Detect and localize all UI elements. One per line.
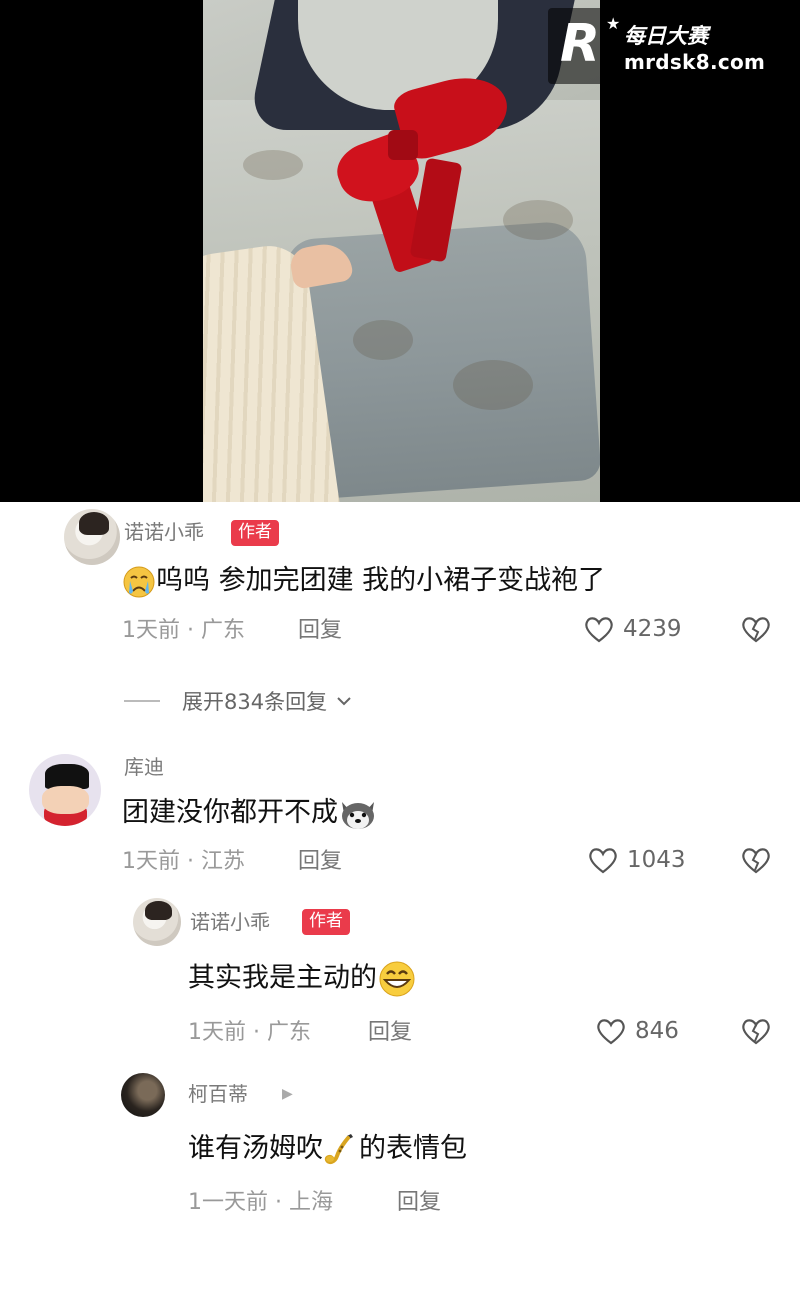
- saxophone-icon: [324, 1133, 353, 1164]
- chevron-down-icon: [337, 697, 351, 706]
- avatar[interactable]: [64, 509, 120, 565]
- husky-dog-face-icon: [342, 801, 374, 829]
- divider-line: [124, 700, 160, 702]
- photo-bow-knot: [388, 130, 418, 160]
- post-image-area: R ★ 每日大赛 mrdsk8.com: [0, 0, 800, 502]
- like-count: 4239: [623, 616, 682, 642]
- comment-meta: 1一天前 · 上海: [188, 1190, 333, 1215]
- photo-stain: [453, 360, 533, 410]
- expand-replies-button[interactable]: 展开834条回复: [124, 686, 353, 716]
- author-badge: 作者: [302, 909, 350, 935]
- comment-meta: 1天前 · 广东: [188, 1020, 311, 1045]
- heart-icon: [589, 848, 617, 874]
- expand-replies-label: 展开834条回复: [182, 690, 328, 714]
- watermark: R ★ 每日大赛 mrdsk8.com: [548, 8, 792, 84]
- comment-text: 谁有汤姆吹 的表情包: [188, 1131, 467, 1168]
- heart-icon: [597, 1019, 625, 1045]
- photo-stain: [503, 200, 573, 240]
- photo-stain: [243, 150, 303, 180]
- comment-text: 团建没你都开不成: [122, 795, 378, 832]
- comment-text: 呜呜 参加完团建 我的小裙子变战袍了: [122, 563, 605, 599]
- broken-heart-icon: [742, 1019, 770, 1045]
- star-icon: ★: [606, 14, 621, 33]
- dislike-button[interactable]: [740, 1016, 772, 1046]
- avatar[interactable]: [29, 754, 101, 826]
- reply-button[interactable]: 回复: [298, 848, 342, 876]
- comment-username[interactable]: 库迪: [124, 755, 164, 779]
- watermark-logo: R: [560, 14, 601, 74]
- like-button[interactable]: 1043: [587, 845, 686, 875]
- comment-text-content: 呜呜 参加完团建 我的小裙子变战袍了: [156, 565, 606, 596]
- comment-text-content: 其实我是主动的: [188, 962, 377, 994]
- dislike-button[interactable]: [740, 845, 772, 875]
- author-badge: 作者: [231, 520, 279, 546]
- grinning-face-icon: [379, 961, 415, 997]
- reply-button[interactable]: 回复: [397, 1189, 441, 1217]
- broken-heart-icon: [742, 617, 770, 643]
- comment-text-content: 的表情包: [359, 1133, 467, 1164]
- avatar[interactable]: [121, 1073, 165, 1117]
- avatar[interactable]: [133, 898, 181, 946]
- comment-text-content: 团建没你都开不成: [122, 797, 338, 828]
- watermark-name: 每日大赛: [624, 24, 708, 48]
- photo-stain: [353, 320, 413, 360]
- reply-button[interactable]: 回复: [368, 1019, 412, 1047]
- watermark-url: mrdsk8.com: [624, 50, 766, 74]
- broken-heart-icon: [742, 848, 770, 874]
- like-button[interactable]: 846: [595, 1016, 679, 1046]
- comment-username[interactable]: 诺诺小乖: [190, 910, 270, 934]
- dislike-button[interactable]: [740, 614, 772, 644]
- comment-username[interactable]: 柯百蒂: [188, 1082, 248, 1106]
- comment-meta: 1天前 · 江苏: [122, 849, 245, 874]
- like-count: 1043: [627, 847, 686, 873]
- comment-text-content: 谁有汤姆吹: [188, 1133, 323, 1164]
- comment-text: 其实我是主动的: [188, 960, 417, 998]
- reply-button[interactable]: 回复: [298, 617, 342, 645]
- comment-meta: 1天前 · 广东: [122, 618, 245, 643]
- heart-icon: [585, 617, 613, 643]
- like-button[interactable]: 4239: [583, 614, 682, 644]
- post-photo[interactable]: [203, 0, 600, 502]
- like-count: 846: [635, 1018, 679, 1044]
- comment-username[interactable]: 诺诺小乖: [124, 520, 204, 544]
- crying-face-icon: [123, 566, 155, 597]
- reply-to-arrow-icon: ▶: [282, 1086, 293, 1102]
